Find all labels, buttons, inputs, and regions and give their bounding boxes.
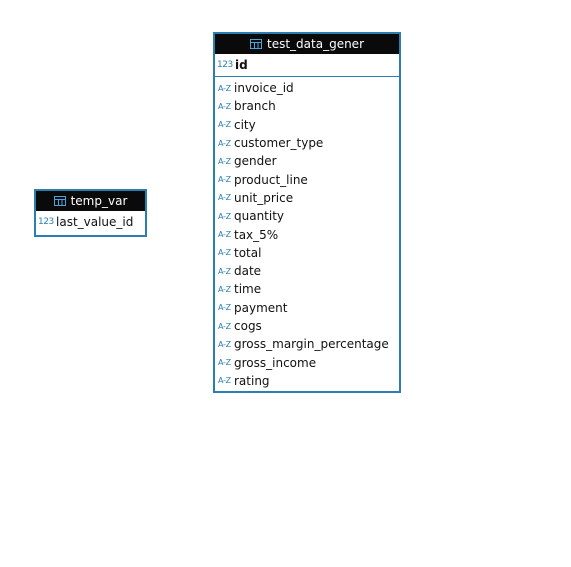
table-icon	[53, 196, 66, 206]
string-type-icon: A-Z	[218, 175, 231, 185]
primary-key-row[interactable]: 123 id	[215, 54, 399, 77]
column-name: cogs	[234, 319, 262, 333]
entity-test-data-gener[interactable]: test_data_gener 123 id A-Z invoice_id A-Z b…	[213, 32, 401, 393]
string-type-icon: A-Z	[218, 358, 231, 368]
column-name: unit_price	[234, 190, 294, 205]
table-icon	[250, 39, 262, 49]
column-row[interactable]: A-Z invoice_id	[215, 79, 399, 97]
column-name: date	[234, 264, 262, 279]
column-name: product_line	[234, 172, 308, 187]
column-row[interactable]: A-Z product_line	[215, 170, 399, 188]
string-type-icon: A-Z	[218, 230, 231, 240]
entity-temp-var[interactable]: temp_var 123 last_value_id	[34, 189, 147, 237]
string-type-icon: A-Z	[218, 284, 231, 294]
column-name: id	[235, 58, 248, 72]
entity-header[interactable]: temp_var	[36, 191, 145, 211]
string-type-icon: A-Z	[218, 266, 231, 276]
column-name: invoice_id	[234, 81, 294, 96]
string-type-icon: A-Z	[218, 193, 231, 203]
string-type-icon: A-Z	[218, 248, 231, 258]
column-name: branch	[234, 99, 276, 114]
column-name: rating	[234, 373, 270, 388]
column-row[interactable]: A-Z date	[215, 262, 399, 280]
column-name: quantity	[234, 209, 285, 224]
column-name: gross_income	[234, 355, 317, 370]
string-type-icon: A-Z	[218, 321, 231, 331]
column-name: last_value_id	[56, 215, 134, 229]
string-type-icon: A-Z	[218, 101, 231, 111]
column-row[interactable]: A-Z quantity	[215, 207, 399, 225]
string-type-icon: A-Z	[218, 339, 231, 349]
column-name: customer_type	[234, 136, 324, 151]
column-row[interactable]: A-Z rating	[215, 372, 399, 390]
entity-title: test_data_gener	[267, 37, 364, 51]
column-name: total	[234, 245, 262, 260]
column-row[interactable]: A-Z gross_income	[215, 353, 399, 371]
string-type-icon: A-Z	[218, 376, 231, 386]
column-row[interactable]: A-Z total	[215, 244, 399, 262]
numeric-type-icon: 123	[217, 60, 233, 70]
column-row[interactable]: A-Z unit_price	[215, 189, 399, 207]
column-name: payment	[234, 300, 288, 315]
column-row[interactable]: A-Z tax_5%	[215, 225, 399, 243]
numeric-type-icon: 123	[38, 217, 54, 227]
string-type-icon: A-Z	[218, 120, 231, 130]
primary-key-row[interactable]: 123 last_value_id	[36, 211, 145, 233]
column-name: city	[234, 117, 256, 132]
entity-title: temp_var	[70, 194, 128, 208]
column-row[interactable]: A-Z cogs	[215, 317, 399, 335]
string-type-icon: A-Z	[218, 156, 231, 166]
string-type-icon: A-Z	[218, 303, 231, 313]
column-row[interactable]: A-Z city	[215, 116, 399, 134]
column-name: time	[234, 282, 262, 297]
column-name: gender	[234, 154, 277, 169]
column-row[interactable]: A-Z customer_type	[215, 134, 399, 152]
entity-header[interactable]: test_data_gener	[215, 34, 399, 54]
string-type-icon: A-Z	[218, 211, 231, 221]
column-row[interactable]: A-Z gross_margin_percentage	[215, 335, 399, 353]
string-type-icon: A-Z	[218, 138, 231, 148]
column-row[interactable]: A-Z branch	[215, 97, 399, 115]
column-row[interactable]: A-Z time	[215, 280, 399, 298]
column-list: A-Z invoice_id A-Z branch A-Z city A-Z customer…	[215, 77, 399, 390]
column-row[interactable]: A-Z gender	[215, 152, 399, 170]
string-type-icon: A-Z	[218, 83, 231, 93]
column-name: tax_5%	[234, 227, 279, 242]
column-row[interactable]: A-Z payment	[215, 299, 399, 317]
column-name: gross_margin_percentage	[234, 337, 389, 352]
